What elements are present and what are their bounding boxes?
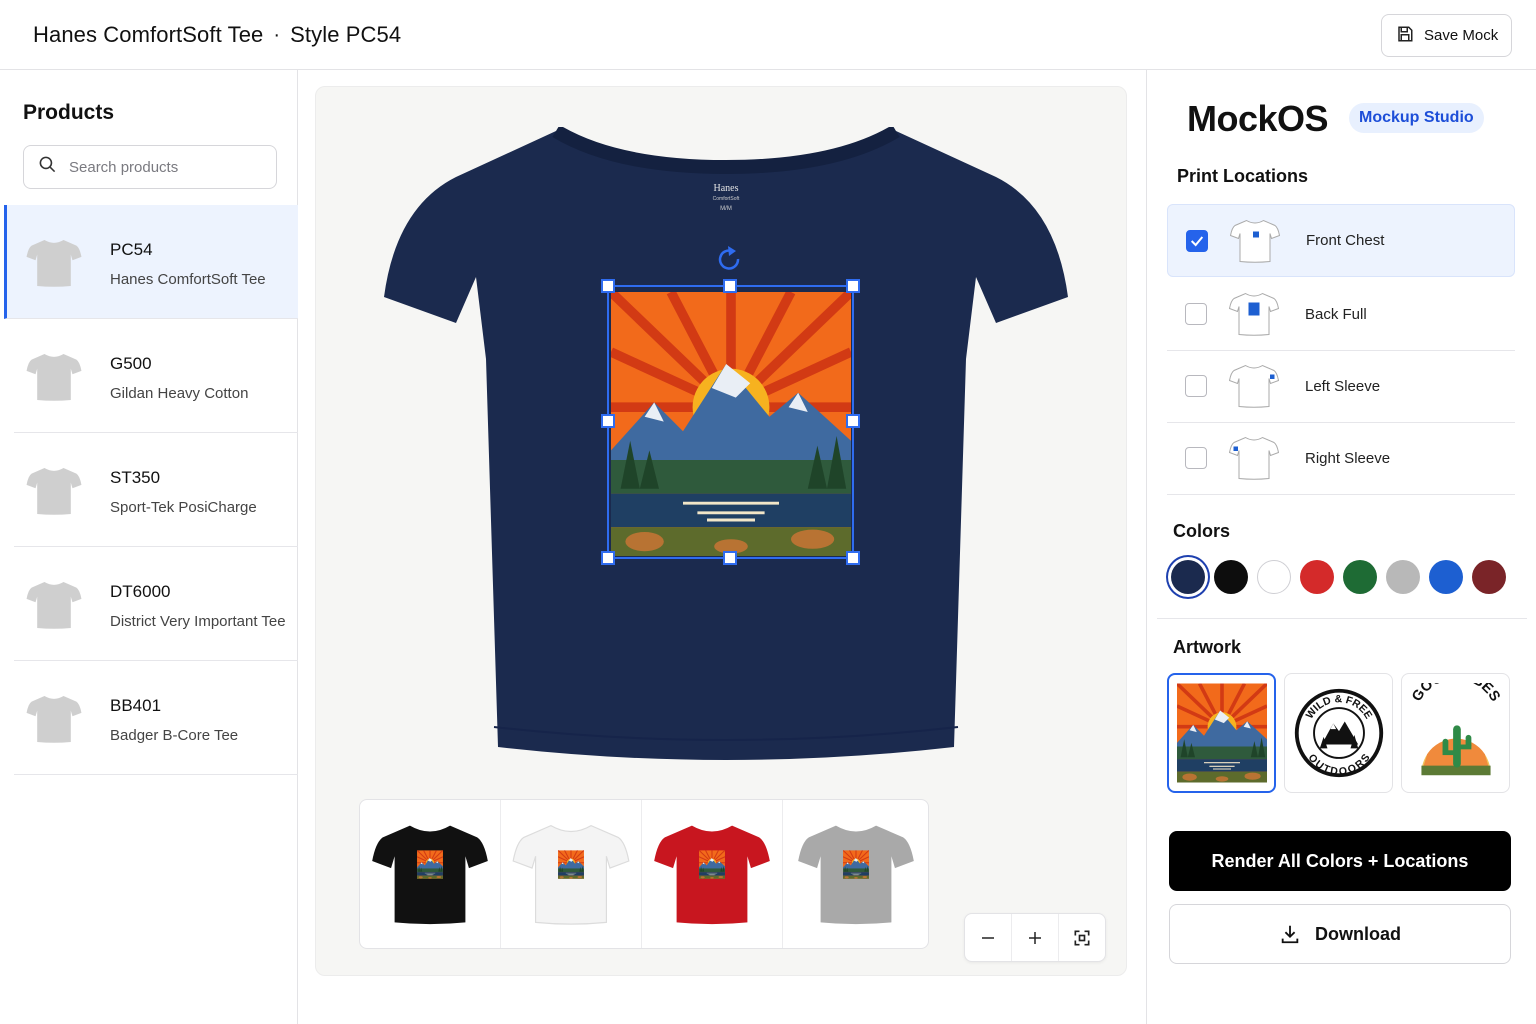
checkbox[interactable] — [1185, 375, 1207, 397]
neck-label-size: M/M — [720, 206, 732, 212]
product-item-bb401[interactable]: BB401 Badger B-Core Tee — [14, 661, 298, 775]
search-icon — [38, 155, 57, 179]
save-icon — [1396, 25, 1414, 47]
artwork-good-vibes[interactable]: GOOD VIBES — [1401, 673, 1510, 793]
checkbox-checked[interactable] — [1186, 229, 1208, 252]
fit-screen-button[interactable] — [1059, 914, 1105, 961]
product-name: Badger B-Core Tee — [110, 727, 239, 744]
product-code: G500 — [110, 354, 152, 373]
left-sleeve-icon — [1229, 361, 1279, 411]
front-chest-artwork[interactable] — [611, 292, 851, 556]
location-label: Right Sleeve — [1305, 449, 1391, 467]
product-sidebar: Products PC54 Hanes ComfortSoft Tee G500… — [0, 70, 298, 1024]
location-label: Back Full — [1305, 305, 1367, 323]
search-box — [23, 145, 277, 189]
print-locations-title: Print Locations — [1177, 166, 1309, 186]
variant-black[interactable] — [360, 800, 501, 948]
zoom-in-button[interactable] — [1012, 914, 1059, 961]
download-label: Download — [1315, 923, 1401, 944]
tee-thumbnail — [26, 683, 82, 755]
product-code: DT6000 — [110, 582, 171, 601]
artwork-title: Artwork — [1173, 637, 1242, 657]
mockup-canvas[interactable]: Hanes ComfortSoft M/M — [315, 86, 1127, 976]
divider — [1157, 618, 1527, 619]
save-mock-button[interactable]: Save Mock — [1381, 14, 1512, 57]
tee-thumbnail — [26, 455, 82, 527]
location-front-chest[interactable]: Front Chest — [1167, 204, 1515, 277]
color-swatches — [1171, 560, 1506, 594]
swatch-white[interactable] — [1257, 560, 1291, 594]
save-label: Save Mock — [1424, 27, 1499, 44]
artwork-gallery: WILD & FREE OUTDOORS GOOD VIBES — [1167, 673, 1510, 793]
plus-icon — [1029, 931, 1041, 944]
neck-label-line: ComfortSoft — [713, 196, 740, 202]
product-code: ST350 — [110, 468, 161, 487]
product-name: Hanes ComfortSoft Tee — [110, 271, 266, 288]
search-input[interactable] — [69, 158, 249, 176]
neck-label-brand: Hanes — [714, 183, 739, 194]
artwork-wild-free-badge[interactable]: WILD & FREE OUTDOORS — [1284, 673, 1393, 793]
location-left-sleeve[interactable]: Left Sleeve — [1167, 350, 1515, 423]
product-item-pc54[interactable]: PC54 Hanes ComfortSoft Tee — [4, 205, 298, 319]
app-logo: MockOS — [1187, 98, 1329, 139]
tshirt-preview[interactable]: Hanes ComfortSoft M/M — [376, 127, 1076, 777]
product-item-dt6000[interactable]: DT6000 District Very Important Tee — [14, 547, 298, 661]
swatch-maroon[interactable] — [1472, 560, 1506, 594]
swatch-royal-blue[interactable] — [1429, 560, 1463, 594]
product-code: PC54 — [110, 240, 153, 259]
tee-thumbnail — [26, 341, 82, 413]
style-title: Style PC54 — [290, 22, 402, 47]
location-right-sleeve[interactable]: Right Sleeve — [1167, 422, 1515, 495]
product-item-st350[interactable]: ST350 Sport-Tek PosiCharge — [14, 433, 298, 547]
colors-title: Colors — [1173, 521, 1231, 541]
swatch-green[interactable] — [1343, 560, 1377, 594]
page-title: Hanes ComfortSoft Tee · Style PC54 — [33, 22, 401, 48]
product-list: PC54 Hanes ComfortSoft Tee G500 Gildan H… — [0, 205, 298, 775]
svg-text:GOOD VIBES: GOOD VIBES — [1409, 683, 1503, 705]
front-chest-icon — [1230, 216, 1280, 266]
variant-red[interactable] — [642, 800, 783, 948]
settings-panel: MockOS Mockup Studio Print Locations Fro… — [1146, 70, 1536, 1024]
location-label: Left Sleeve — [1305, 377, 1381, 395]
title-separator: · — [273, 23, 281, 46]
product-title: Hanes ComfortSoft Tee — [33, 22, 264, 47]
variant-heather-gray[interactable] — [783, 800, 928, 948]
product-name: Sport-Tek PosiCharge — [110, 499, 257, 516]
tee-thumbnail — [26, 569, 82, 641]
fit-screen-icon — [1074, 930, 1090, 945]
variant-white[interactable] — [501, 800, 642, 948]
location-back-full[interactable]: Back Full — [1167, 278, 1515, 351]
zoom-controls — [964, 913, 1106, 962]
product-item-g500[interactable]: G500 Gildan Heavy Cotton — [14, 319, 298, 433]
product-name: Gildan Heavy Cotton — [110, 385, 249, 402]
product-code: BB401 — [110, 696, 162, 715]
download-button[interactable]: Download — [1169, 904, 1511, 964]
minus-icon — [982, 936, 994, 939]
back-full-icon — [1229, 289, 1279, 339]
check-icon — [1190, 235, 1204, 246]
color-variant-strip — [359, 799, 929, 949]
location-label: Front Chest — [1306, 232, 1385, 249]
checkbox[interactable] — [1185, 447, 1207, 469]
app-badge: Mockup Studio — [1349, 103, 1484, 133]
good-vibes-text: GOOD VIBES — [1409, 683, 1503, 705]
tee-thumbnail — [26, 227, 82, 299]
sidebar-title: Products — [23, 101, 115, 124]
artwork-mountain-sunset[interactable] — [1167, 673, 1276, 793]
render-all-button[interactable]: Render All Colors + Locations — [1169, 831, 1511, 891]
zoom-out-button[interactable] — [965, 914, 1012, 961]
swatch-heather-gray[interactable] — [1386, 560, 1420, 594]
top-bar: Hanes ComfortSoft Tee · Style PC54 Save … — [0, 0, 1536, 70]
checkbox[interactable] — [1185, 303, 1207, 325]
right-sleeve-icon — [1229, 433, 1279, 483]
product-name: District Very Important Tee — [110, 613, 286, 630]
swatch-black[interactable] — [1214, 560, 1248, 594]
swatch-navy[interactable] — [1171, 560, 1205, 594]
swatch-red[interactable] — [1300, 560, 1334, 594]
download-icon — [1281, 925, 1299, 944]
